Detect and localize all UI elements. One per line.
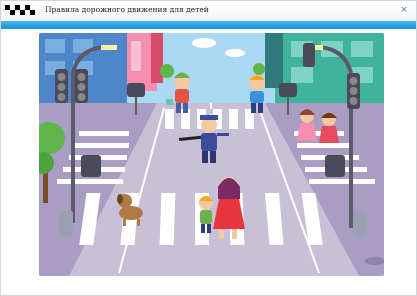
title-bar: Правила дорожного движения для детей × (1, 1, 416, 22)
trash-bin (353, 211, 367, 237)
illustration-canvas (39, 33, 384, 276)
cloud (192, 38, 216, 48)
trash-bin (59, 211, 73, 237)
header-accent-bar (1, 21, 416, 29)
road-crossing-illustration[interactable] (39, 33, 384, 276)
checkered-logo-icon (5, 5, 35, 15)
tree (160, 64, 174, 78)
lamp-light (101, 45, 117, 50)
cloud (225, 49, 245, 57)
close-button[interactable]: × (398, 4, 410, 16)
app-window: Правила дорожного движения для детей × (0, 0, 417, 296)
window-title: Правила дорожного движения для детей (45, 5, 209, 14)
tree (253, 63, 265, 75)
